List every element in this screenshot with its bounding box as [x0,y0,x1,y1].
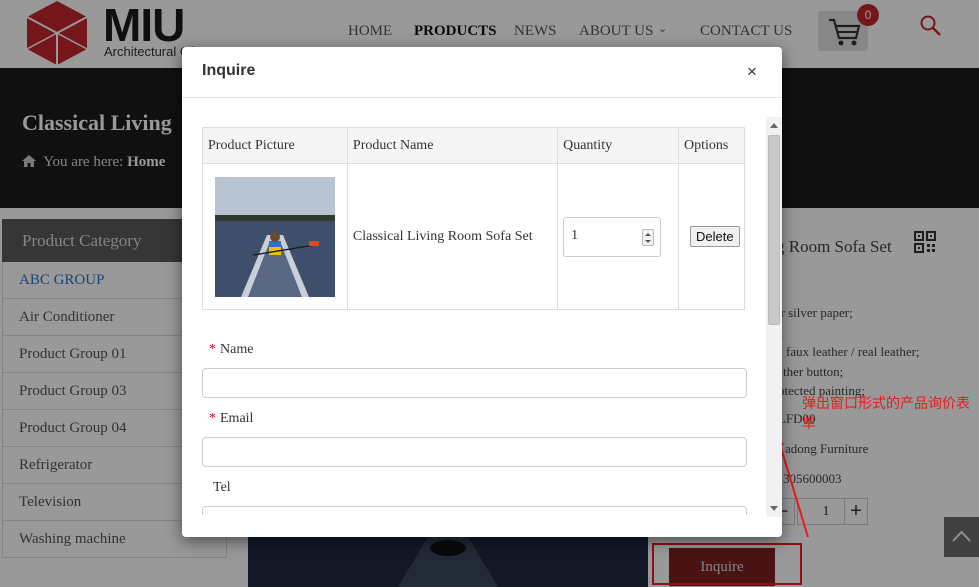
column-header: Product Name [346,127,559,164]
scroll-thumb[interactable] [768,135,780,325]
scroll-up-icon[interactable] [770,123,778,128]
tel-label-text: Tel [213,480,231,495]
email-label: * Email [209,411,253,427]
column-header: Quantity [557,127,679,164]
modal-header: Inquire × [182,47,782,98]
tel-input[interactable] [202,506,747,515]
scroll-down-icon[interactable] [770,506,778,511]
required-asterisk: * [209,342,216,357]
name-label: * Name [209,342,253,358]
delete-button[interactable]: Delete [690,226,740,247]
name-label-text: Name [220,342,254,357]
modal-scrollbar[interactable] [766,117,782,517]
column-header: Options [678,127,745,164]
quantity-spinner[interactable] [642,228,655,246]
inquiry-product-table: Product Picture Product Name Quantity Op… [202,127,745,310]
email-input[interactable] [202,437,747,467]
close-icon[interactable]: × [744,63,760,81]
inquire-modal: Inquire × Product Picture Product Name Q… [182,47,782,537]
modal-title: Inquire [202,62,256,79]
quantity-cell: 1 [557,163,679,310]
quantity-input-value: 1 [571,227,579,243]
spinner-up-icon[interactable] [645,232,652,236]
tel-label: Tel [209,480,231,496]
table-header-row: Product Picture Product Name Quantity Op… [202,127,745,164]
column-header: Product Picture [202,127,348,164]
product-picture-cell [202,163,348,310]
annotation-text: 弹出窗口形式的产品询价表单 [802,396,970,432]
email-label-text: Email [220,411,254,426]
spinner-down-icon[interactable] [645,239,652,243]
quantity-input[interactable]: 1 [563,216,662,257]
table-row: Classical Living Room Sofa Set 1 Delete [202,163,745,310]
product-name-cell: Classical Living Room Sofa Set [346,163,559,310]
options-cell: Delete [678,163,745,310]
name-input[interactable] [202,368,747,398]
modal-body: Product Picture Product Name Quantity Op… [182,99,764,515]
required-asterisk: * [209,411,216,426]
product-thumbnail[interactable] [215,176,335,297]
